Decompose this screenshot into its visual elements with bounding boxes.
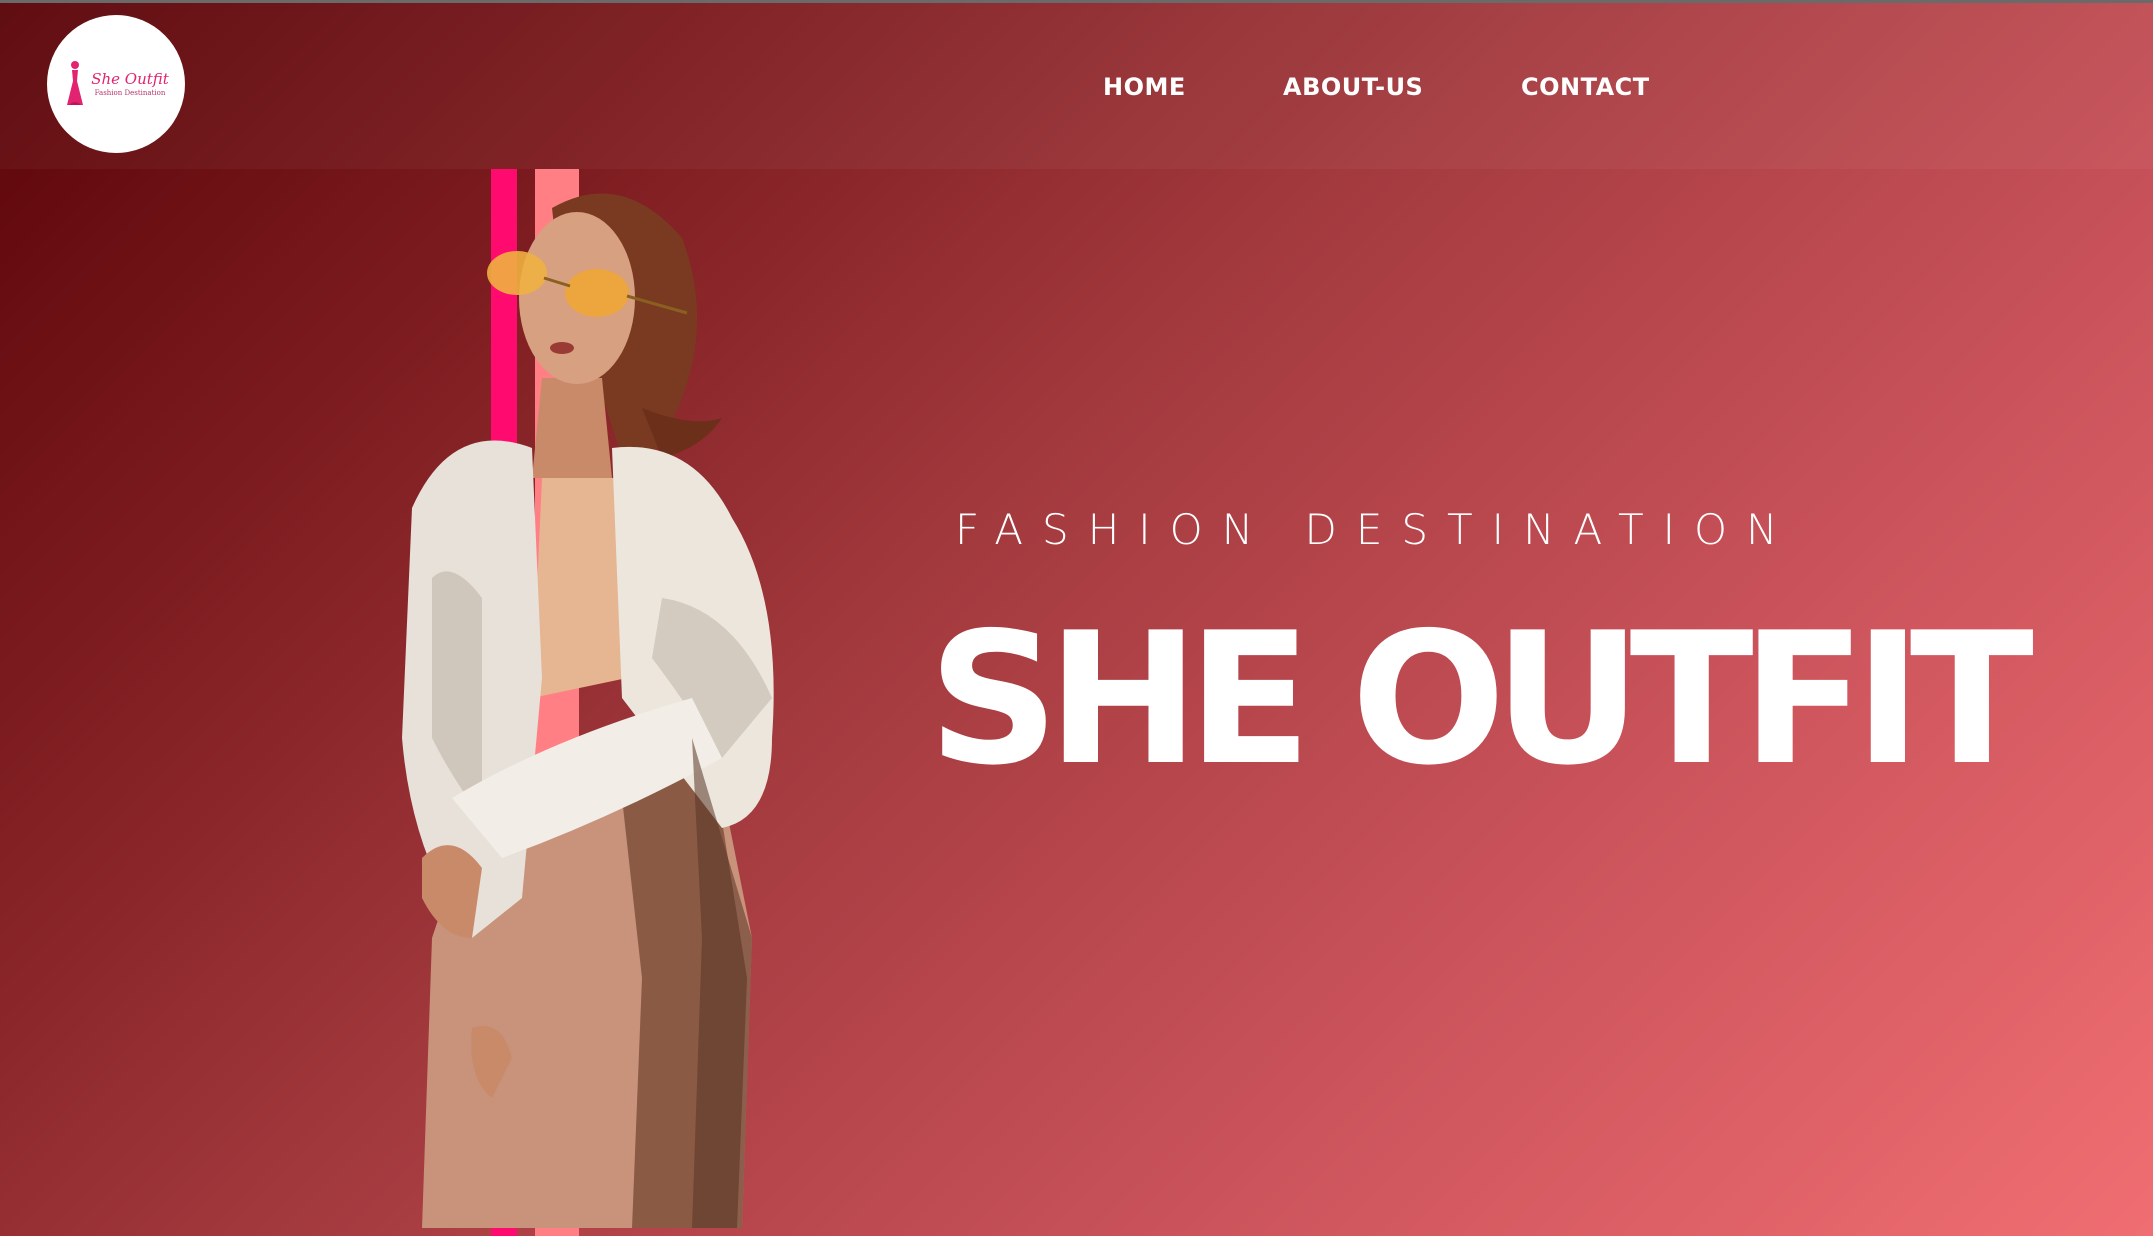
logo-subtitle: Fashion Destination bbox=[94, 89, 166, 97]
brand-logo[interactable]: She Outfit Fashion Destination bbox=[47, 15, 185, 153]
nav-about-us[interactable]: ABOUT-US bbox=[1283, 73, 1423, 101]
dress-figure-icon bbox=[67, 61, 84, 105]
model-photo bbox=[402, 193, 774, 1228]
landing-page: She Outfit Fashion Destination HOME ABOU… bbox=[0, 0, 2153, 1236]
logo-content: She Outfit Fashion Destination bbox=[63, 59, 169, 109]
hero-subtitle: FASHION DESTINATION bbox=[955, 505, 1797, 554]
navbar: She Outfit Fashion Destination HOME ABOU… bbox=[0, 3, 2153, 169]
hero-title: SHE OUTFIT bbox=[928, 593, 2034, 805]
nav-home[interactable]: HOME bbox=[1103, 73, 1186, 101]
logo-text: She Outfit Fashion Destination bbox=[91, 70, 169, 98]
nav-contact[interactable]: CONTACT bbox=[1521, 73, 1650, 101]
logo-title: She Outfit bbox=[91, 70, 169, 88]
